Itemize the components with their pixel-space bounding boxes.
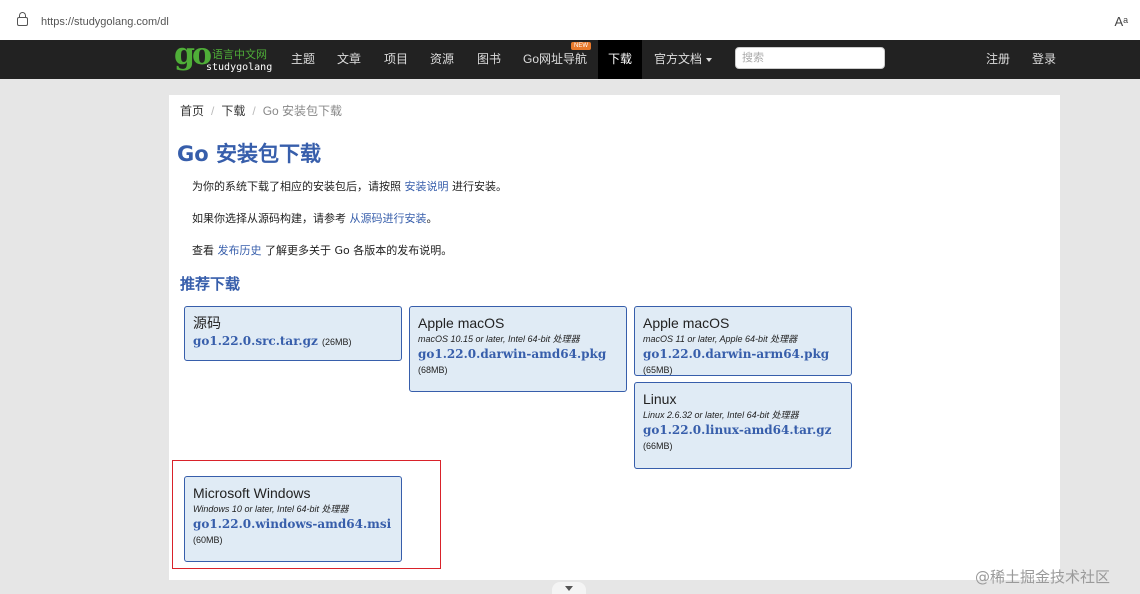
windows-highlight-box xyxy=(172,460,441,569)
card-title: Apple macOS xyxy=(418,315,505,331)
card-filename[interactable]: go1.22.0.darwin-arm64.pkg xyxy=(643,347,829,361)
card-file-link[interactable]: go1.22.0.linux-amd64.tar.gz xyxy=(643,423,843,438)
register-link[interactable]: 注册 xyxy=(986,40,1010,79)
history-note-post: 了解更多关于 Go 各版本的发布说明。 xyxy=(261,244,453,257)
search-input[interactable] xyxy=(735,47,885,69)
card-subtitle: Linux 2.6.32 or later, Intel 64-bit 处理器 xyxy=(643,410,799,420)
new-badge: NEW xyxy=(571,42,591,50)
nav-item-download[interactable]: 下载 xyxy=(598,40,643,79)
card-filename[interactable]: go1.22.0.src.tar.gz xyxy=(193,334,318,348)
install-instructions-link[interactable]: 安装说明 xyxy=(405,180,449,193)
caret-down-icon xyxy=(706,57,713,62)
history-note: 查看 发布历史 了解更多关于 Go 各版本的发布说明。 xyxy=(192,242,452,258)
nav-item-books[interactable]: 图书 xyxy=(477,40,501,79)
download-card-source[interactable]: 源码 go1.22.0.src.tar.gz (26MB) xyxy=(184,306,402,361)
download-card-linux[interactable]: Linux Linux 2.6.32 or later, Intel 64-bi… xyxy=(634,382,852,469)
breadcrumb-home[interactable]: 首页 xyxy=(180,104,204,118)
logo-en-text: studygolang xyxy=(206,62,273,73)
release-history-link[interactable]: 发布历史 xyxy=(218,244,262,257)
nav-item-topics[interactable]: 主题 xyxy=(291,40,315,79)
breadcrumb-separator: / xyxy=(252,104,256,118)
source-note: 如果你选择从源码构建，请参考 从源码进行安装。 xyxy=(192,210,438,226)
card-size: (66MB) xyxy=(643,441,673,451)
breadcrumb: 首页 / 下载 / Go 安装包下载 xyxy=(180,102,342,119)
read-aloud-icon[interactable]: Aᵃ xyxy=(1114,14,1128,29)
logo-cn-text: 语言中文网 xyxy=(212,48,267,61)
install-note: 为你的系统下载了相应的安装包后，请按照 安装说明 进行安装。 xyxy=(192,178,507,194)
page-title: Go 安装包下载 xyxy=(177,142,321,166)
site-logo[interactable]: go 语言中文网 studygolang xyxy=(174,38,274,77)
breadcrumb-download[interactable]: 下载 xyxy=(221,104,245,118)
source-note-post: 。 xyxy=(426,212,438,225)
card-size: (65MB) xyxy=(643,365,673,375)
logo-go-text: go xyxy=(174,37,212,72)
recommended-heading: 推荐下载 xyxy=(180,275,241,293)
scroll-down-icon[interactable] xyxy=(552,582,586,594)
watermark: @稀土掘金技术社区 xyxy=(975,568,1111,586)
card-subtitle: macOS 11 or later, Apple 64-bit 处理器 xyxy=(643,334,798,344)
nav-item-official-docs[interactable]: 官方文档 xyxy=(654,40,713,79)
card-file-link[interactable]: go1.22.0.darwin-arm64.pkg (65MB) xyxy=(643,347,843,378)
browser-address-bar[interactable]: https://studygolang.com/dl Aᵃ xyxy=(0,0,1140,41)
history-note-pre: 查看 xyxy=(192,244,218,257)
card-title: Apple macOS xyxy=(643,315,730,331)
breadcrumb-separator: / xyxy=(211,104,215,118)
card-subtitle: macOS 10.15 or later, Intel 64-bit 处理器 xyxy=(418,334,580,344)
install-note-pre: 为你的系统下载了相应的安装包后，请按照 xyxy=(192,180,405,193)
card-title: 源码 xyxy=(193,315,221,331)
login-link[interactable]: 登录 xyxy=(1032,40,1056,79)
card-title: Linux xyxy=(643,391,677,407)
address-url[interactable]: https://studygolang.com/dl xyxy=(41,16,169,28)
install-from-source-link[interactable]: 从源码进行安装 xyxy=(350,212,427,225)
install-note-post: 进行安装。 xyxy=(448,180,507,193)
nav-item-articles[interactable]: 文章 xyxy=(337,40,361,79)
lock-icon xyxy=(17,12,28,26)
card-file-link[interactable]: go1.22.0.src.tar.gz (26MB) xyxy=(193,334,393,350)
breadcrumb-current: Go 安装包下载 xyxy=(262,104,343,118)
card-file-link[interactable]: go1.22.0.darwin-amd64.pkg xyxy=(418,347,618,362)
source-note-pre: 如果你选择从源码构建，请参考 xyxy=(192,212,350,225)
nav-item-resources[interactable]: 资源 xyxy=(430,40,454,79)
download-card-macos-arm64[interactable]: Apple macOS macOS 11 or later, Apple 64-… xyxy=(634,306,852,376)
nav-item-projects[interactable]: 项目 xyxy=(384,40,408,79)
nav-official-docs-label: 官方文档 xyxy=(654,52,703,66)
download-card-macos-amd64[interactable]: Apple macOS macOS 10.15 or later, Intel … xyxy=(409,306,627,392)
card-size: (68MB) xyxy=(418,365,448,375)
card-size: (26MB) xyxy=(322,337,352,347)
